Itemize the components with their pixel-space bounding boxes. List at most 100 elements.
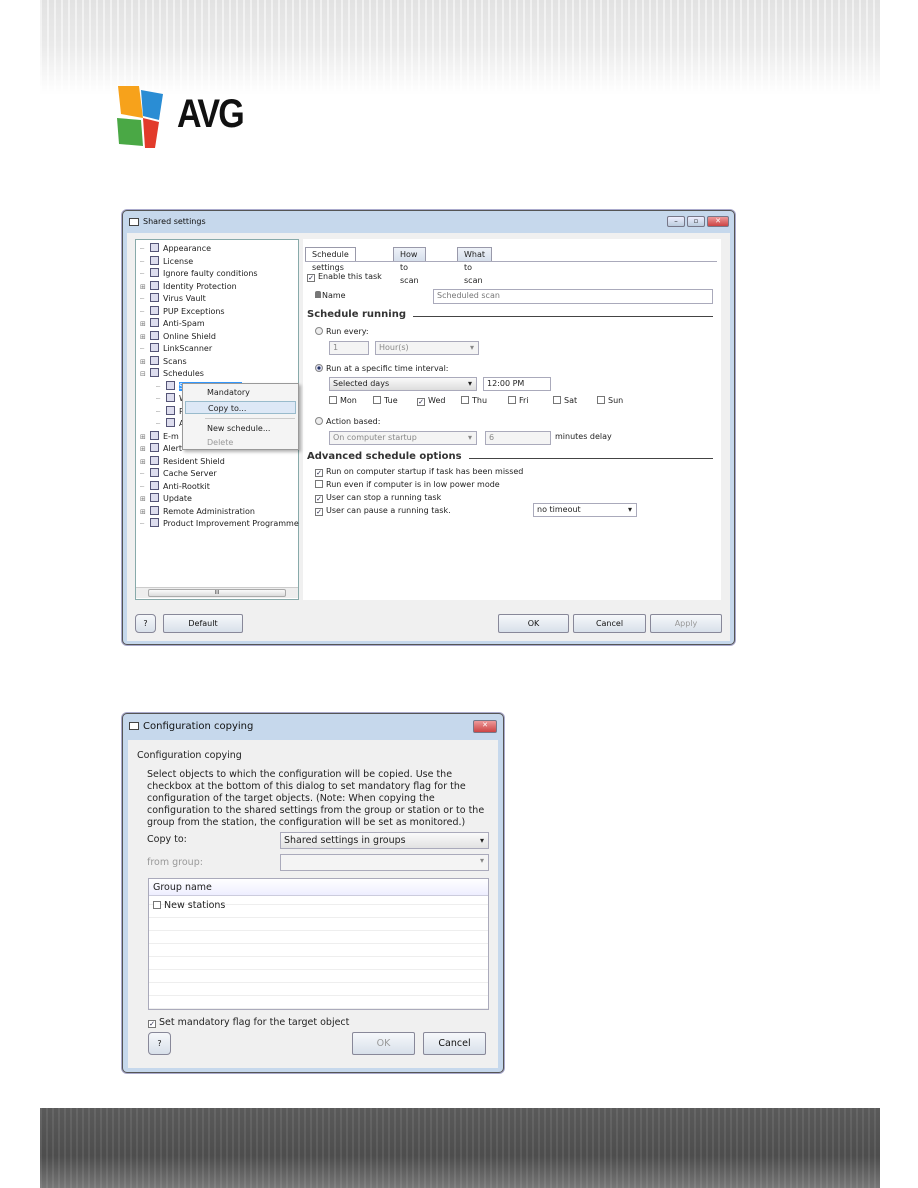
settings-node-icon	[150, 493, 159, 502]
settings-node-icon	[150, 305, 159, 315]
expand-toggle-icon[interactable]: ⊟	[140, 368, 150, 380]
day-checkbox-sat[interactable]: Sat	[553, 396, 577, 405]
help-button[interactable]: ?	[135, 614, 156, 633]
tab-what-to-scan[interactable]: What to scan	[457, 247, 493, 285]
tab-how-to-scan[interactable]: How to scan	[393, 247, 426, 285]
day-checkbox-wed[interactable]: ✓ Wed	[417, 396, 445, 406]
tree-item[interactable]: ┈ Product Improvement Programme	[140, 518, 299, 530]
ok-button[interactable]: OK	[498, 614, 569, 633]
tree-line: ┈	[140, 257, 145, 266]
tree-item[interactable]: ┈A	[156, 418, 184, 430]
close-button[interactable]: ✕	[707, 216, 729, 227]
specific-time-radio[interactable]: Run at a specific time interval:	[315, 364, 449, 373]
tree-item[interactable]: ┈ License	[140, 255, 193, 268]
tree-item[interactable]: ┈ LinkScanner	[140, 343, 212, 355]
settings-node-icon	[166, 405, 175, 415]
tree-line: ┈	[140, 307, 145, 316]
help-icon: ?	[157, 1039, 162, 1048]
expand-toggle-icon[interactable]: ⊞	[140, 318, 150, 330]
day-checkbox-sun[interactable]: Sun	[597, 396, 623, 405]
tree-item[interactable]: ┈ Cache Server	[140, 468, 217, 480]
table-row[interactable]: New stations	[153, 900, 225, 911]
expand-toggle-icon[interactable]: ⊞	[140, 431, 150, 443]
menu-item-delete[interactable]: Delete	[185, 436, 296, 449]
column-header-group-name[interactable]: Group name	[149, 879, 488, 896]
menu-item-copy-to[interactable]: Copy to...	[185, 401, 296, 414]
scrollbar-thumb[interactable]: III	[148, 589, 286, 597]
tree-item[interactable]: ⊞ Online Shield	[140, 330, 216, 343]
tree-line: ┈	[140, 520, 145, 528]
day-checkbox-fri[interactable]: Fri	[508, 396, 529, 405]
run-every-radio[interactable]: Run every:	[315, 327, 369, 336]
day-checkbox-thu[interactable]: Thu	[461, 396, 487, 405]
tree-item[interactable]: ⊞ Resident Shield	[140, 455, 225, 468]
copy-to-select[interactable]: Shared settings in groups	[280, 832, 489, 849]
expand-toggle-icon[interactable]: ⊞	[140, 356, 150, 368]
interval-mode-select[interactable]: Selected days	[329, 377, 477, 391]
maximize-button[interactable]: ▫	[687, 216, 705, 227]
settings-node-icon	[150, 355, 159, 365]
tree-horizontal-scrollbar[interactable]: III	[136, 587, 298, 598]
default-button[interactable]: Default	[163, 614, 243, 633]
tree-item[interactable]: ┈ Virus Vault	[140, 293, 206, 305]
tree-line: ┈	[156, 420, 161, 428]
pause-timeout-select[interactable]: no timeout	[533, 503, 637, 517]
expand-toggle-icon[interactable]: ⊞	[140, 443, 150, 455]
menu-item-mandatory[interactable]: Mandatory	[185, 386, 296, 399]
tree-line: ┈	[140, 245, 145, 253]
enable-task-checkbox[interactable]: ✓ Enable this task	[307, 272, 382, 282]
tree-item[interactable]: ⊞ Scans	[140, 355, 187, 368]
ok-button[interactable]: OK	[352, 1032, 415, 1055]
tree-item[interactable]: ┈ Appearance	[140, 243, 211, 255]
mandatory-flag-checkbox[interactable]: ✓ Set mandatory flag for the target objec…	[148, 1017, 349, 1028]
advanced-option-checkbox[interactable]: ✓ User can stop a running task	[315, 493, 441, 503]
time-spinner[interactable]: 12:00 PM	[483, 377, 551, 391]
tree-line: ┈	[140, 270, 145, 278]
tree-line: ┈	[140, 295, 145, 303]
day-checkbox-mon[interactable]: Mon	[329, 396, 357, 405]
from-group-select[interactable]	[280, 854, 489, 871]
cancel-button[interactable]: Cancel	[423, 1032, 486, 1055]
expand-toggle-icon[interactable]: ⊞	[140, 331, 150, 343]
advanced-option-checkbox[interactable]: Run even if computer is in low power mod…	[315, 480, 500, 489]
settings-node-icon	[150, 443, 159, 452]
delay-spinner[interactable]: 6	[485, 431, 551, 445]
tree-item[interactable]: ⊟ Schedules	[140, 368, 204, 380]
minimize-button[interactable]: –	[667, 216, 685, 227]
expand-toggle-icon[interactable]: ⊞	[140, 456, 150, 468]
expand-toggle-icon[interactable]: ⊞	[140, 281, 150, 293]
expand-toggle-icon[interactable]: ⊞	[140, 493, 150, 505]
help-icon: ?	[143, 619, 148, 628]
tab-schedule-settings[interactable]: Schedule settings	[305, 247, 356, 272]
tree-item[interactable]: ┈ PUP Exceptions	[140, 305, 225, 318]
tree-item[interactable]: ⊞ Anti-Spam	[140, 318, 205, 330]
tree-item[interactable]: ┈ Ignore faulty conditions	[140, 268, 258, 280]
apply-button[interactable]: Apply	[650, 614, 722, 633]
tree-line: ┈	[140, 482, 145, 491]
run-every-value[interactable]: 1	[329, 341, 369, 355]
name-input[interactable]: Scheduled scan	[433, 289, 713, 304]
tree-line: ┈	[140, 345, 145, 353]
dialog-title: Configuration copying	[129, 714, 253, 740]
tree-item[interactable]: ⊞ Alert	[140, 443, 182, 455]
advanced-option-checkbox[interactable]: ✓ Run on computer startup if task has bee…	[315, 467, 523, 477]
action-based-radio[interactable]: Action based:	[315, 417, 380, 426]
expand-toggle-icon[interactable]: ⊞	[140, 506, 150, 518]
help-button[interactable]: ?	[148, 1032, 171, 1055]
copy-to-label: Copy to:	[147, 834, 187, 845]
run-every-unit-select[interactable]: Hour(s)	[375, 341, 479, 355]
day-checkbox-tue[interactable]: Tue	[373, 396, 398, 405]
group-table: Group name New stations	[148, 878, 489, 1010]
tree-item[interactable]: ⊞ E-m	[140, 430, 179, 443]
tree-item[interactable]: ⊞ Remote Administration	[140, 505, 255, 518]
cancel-button[interactable]: Cancel	[573, 614, 646, 633]
close-button[interactable]: ✕	[473, 720, 497, 733]
tree-item[interactable]: ⊞ Identity Protection	[140, 280, 237, 293]
tree-item[interactable]: ┈P	[156, 405, 184, 418]
tree-item[interactable]: ┈ Anti-Rootkit	[140, 480, 210, 493]
action-event-select[interactable]: On computer startup	[329, 431, 477, 445]
tree-item[interactable]: ⊞ Update	[140, 493, 192, 505]
advanced-option-checkbox[interactable]: ✓ User can pause a running task.	[315, 506, 451, 516]
menu-item-new-schedule[interactable]: New schedule...	[185, 422, 296, 435]
row-checkbox[interactable]	[153, 901, 161, 909]
